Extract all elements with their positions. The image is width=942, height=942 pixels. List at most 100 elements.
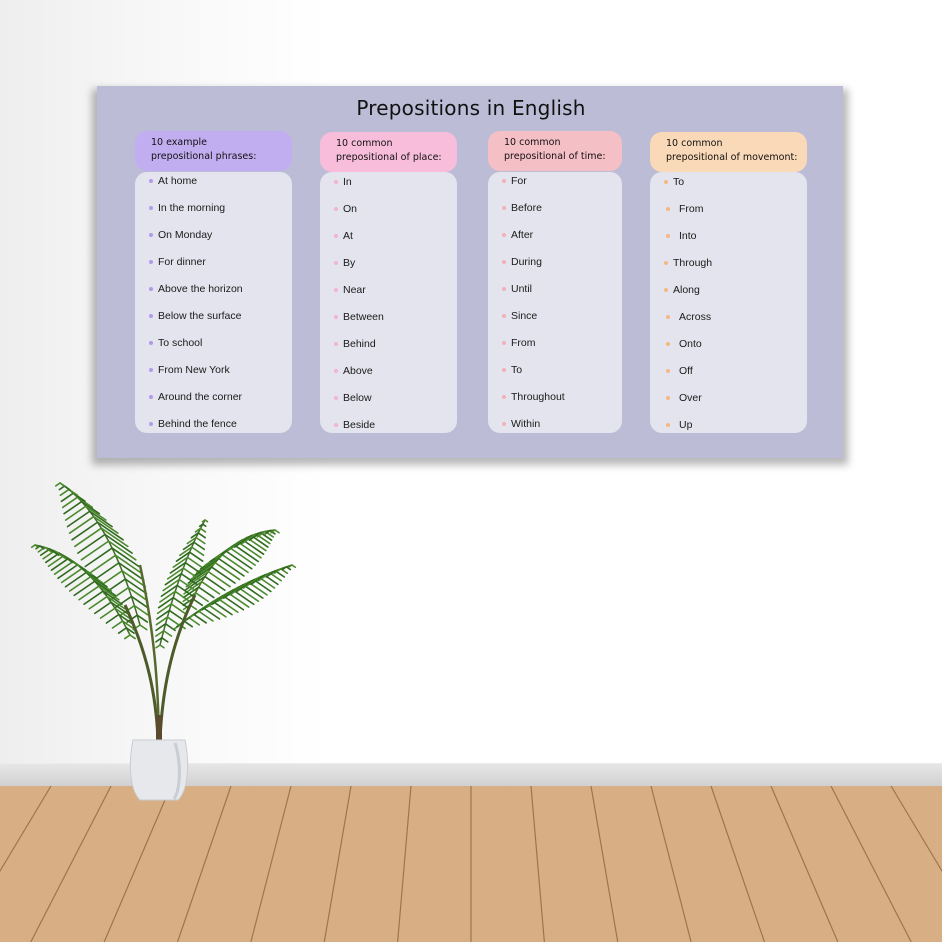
list-item: To bbox=[502, 364, 522, 376]
bullet-icon bbox=[149, 233, 153, 237]
bullet-icon bbox=[334, 369, 338, 373]
bullet-icon bbox=[149, 314, 153, 318]
column-header-line1: 10 common bbox=[504, 137, 561, 148]
column-header-line1: 10 common bbox=[336, 138, 393, 149]
floor-plank-line bbox=[710, 786, 766, 942]
list-item-text: Above the horizon bbox=[158, 283, 243, 295]
list-item-text: By bbox=[343, 257, 356, 269]
list-item: Near bbox=[334, 284, 366, 296]
column-header-line2: prepositional of place: bbox=[336, 151, 442, 163]
bullet-icon bbox=[149, 341, 153, 345]
list-item: At bbox=[334, 230, 353, 242]
bullet-icon bbox=[664, 180, 668, 184]
column-list: At home In the morning On Monday For dinner… bbox=[135, 172, 292, 433]
list-item-text: From New York bbox=[158, 364, 230, 376]
bullet-icon bbox=[502, 341, 506, 345]
bullet-icon bbox=[502, 260, 506, 264]
list-item: Below the surface bbox=[149, 310, 241, 322]
list-item: Behind the fence bbox=[149, 418, 237, 430]
list-item: At home bbox=[149, 175, 197, 187]
column-header: 10 example prepositional phrases: bbox=[135, 131, 292, 171]
bullet-icon bbox=[334, 261, 338, 265]
bullet-icon bbox=[149, 260, 153, 264]
bullet-icon bbox=[334, 180, 338, 184]
list-item: Throughout bbox=[502, 391, 565, 403]
list-item-text: For bbox=[511, 175, 527, 187]
bullet-icon bbox=[666, 234, 670, 238]
list-item: For dinner bbox=[149, 256, 206, 268]
bullet-icon bbox=[666, 342, 670, 346]
list-item-text: In bbox=[343, 176, 352, 188]
bullet-icon bbox=[664, 261, 668, 265]
list-item-text: Into bbox=[679, 230, 697, 242]
list-item: Behind bbox=[334, 338, 376, 350]
list-item-text: From bbox=[511, 337, 536, 349]
list-item-text: To bbox=[511, 364, 523, 376]
list-item: Since bbox=[502, 310, 537, 322]
column-list: To From Into Through Along Across Onto Off Over U… bbox=[650, 172, 807, 433]
column-header: 10 common prepositional of place: bbox=[320, 132, 457, 172]
list-item: Over bbox=[666, 392, 702, 404]
column-list: In On At By Near Between Behind Above Below Besid… bbox=[320, 172, 457, 433]
list-item-text: Below bbox=[343, 392, 372, 404]
list-item: Into bbox=[666, 230, 697, 242]
list-item-text: Onto bbox=[679, 338, 702, 350]
list-item-text: For dinner bbox=[158, 256, 206, 268]
bullet-icon bbox=[502, 395, 506, 399]
floor-plank-line bbox=[590, 786, 619, 942]
poster-title: Prepositions in English bbox=[356, 96, 586, 120]
list-item-text: Up bbox=[679, 419, 693, 431]
bullet-icon bbox=[502, 233, 506, 237]
floor-plank-line bbox=[530, 786, 545, 942]
bullet-icon bbox=[666, 423, 670, 427]
list-item: Across bbox=[666, 311, 711, 323]
bullet-icon bbox=[664, 288, 668, 292]
list-item: From New York bbox=[149, 364, 230, 376]
column-header-line2: prepositional of movemont: bbox=[666, 151, 798, 163]
floor-plank-line bbox=[323, 786, 352, 942]
bullet-icon bbox=[334, 342, 338, 346]
list-item: To school bbox=[149, 337, 202, 349]
list-item: On Monday bbox=[149, 229, 212, 241]
bullet-icon bbox=[502, 422, 506, 426]
list-item: From bbox=[502, 337, 536, 349]
list-item-text: Across bbox=[679, 311, 712, 323]
bullet-icon bbox=[502, 314, 506, 318]
bullet-icon bbox=[149, 206, 153, 210]
list-item-text: At home bbox=[158, 175, 198, 187]
list-item-text: Within bbox=[511, 418, 541, 430]
bullet-icon bbox=[666, 315, 670, 319]
list-item-text: Beside bbox=[343, 419, 376, 431]
bullet-icon bbox=[502, 368, 506, 372]
list-item-text: On bbox=[343, 203, 358, 215]
list-item: On bbox=[334, 203, 357, 215]
list-item-text: On Monday bbox=[158, 229, 213, 241]
list-item: Within bbox=[502, 418, 540, 430]
list-item: Beside bbox=[334, 419, 375, 431]
list-item-text: Near bbox=[343, 284, 366, 296]
bullet-icon bbox=[334, 288, 338, 292]
bullet-icon bbox=[502, 179, 506, 183]
list-item-text: Below the surface bbox=[158, 310, 242, 322]
list-item: For bbox=[502, 175, 527, 187]
list-item-text: Above bbox=[343, 365, 373, 377]
list-item: Between bbox=[334, 311, 384, 323]
list-item-text: Before bbox=[511, 202, 542, 214]
list-item-text: Throughout bbox=[511, 391, 565, 403]
bullet-icon bbox=[502, 287, 506, 291]
column-header-line2: prepositional of time: bbox=[504, 150, 606, 162]
bullet-icon bbox=[334, 396, 338, 400]
list-item: Up bbox=[666, 419, 692, 431]
list-item-text: Off bbox=[679, 365, 693, 377]
bullet-icon bbox=[149, 422, 153, 426]
bullet-icon bbox=[666, 369, 670, 373]
list-item-text: Over bbox=[679, 392, 702, 404]
list-item-text: Along bbox=[673, 284, 700, 296]
column-header-line1: 10 example bbox=[151, 137, 207, 148]
bullet-icon bbox=[334, 207, 338, 211]
bullet-icon bbox=[502, 206, 506, 210]
bullet-icon bbox=[666, 207, 670, 211]
list-item: Onto bbox=[666, 338, 702, 350]
bullet-icon bbox=[666, 396, 670, 400]
list-item: Above the horizon bbox=[149, 283, 243, 295]
